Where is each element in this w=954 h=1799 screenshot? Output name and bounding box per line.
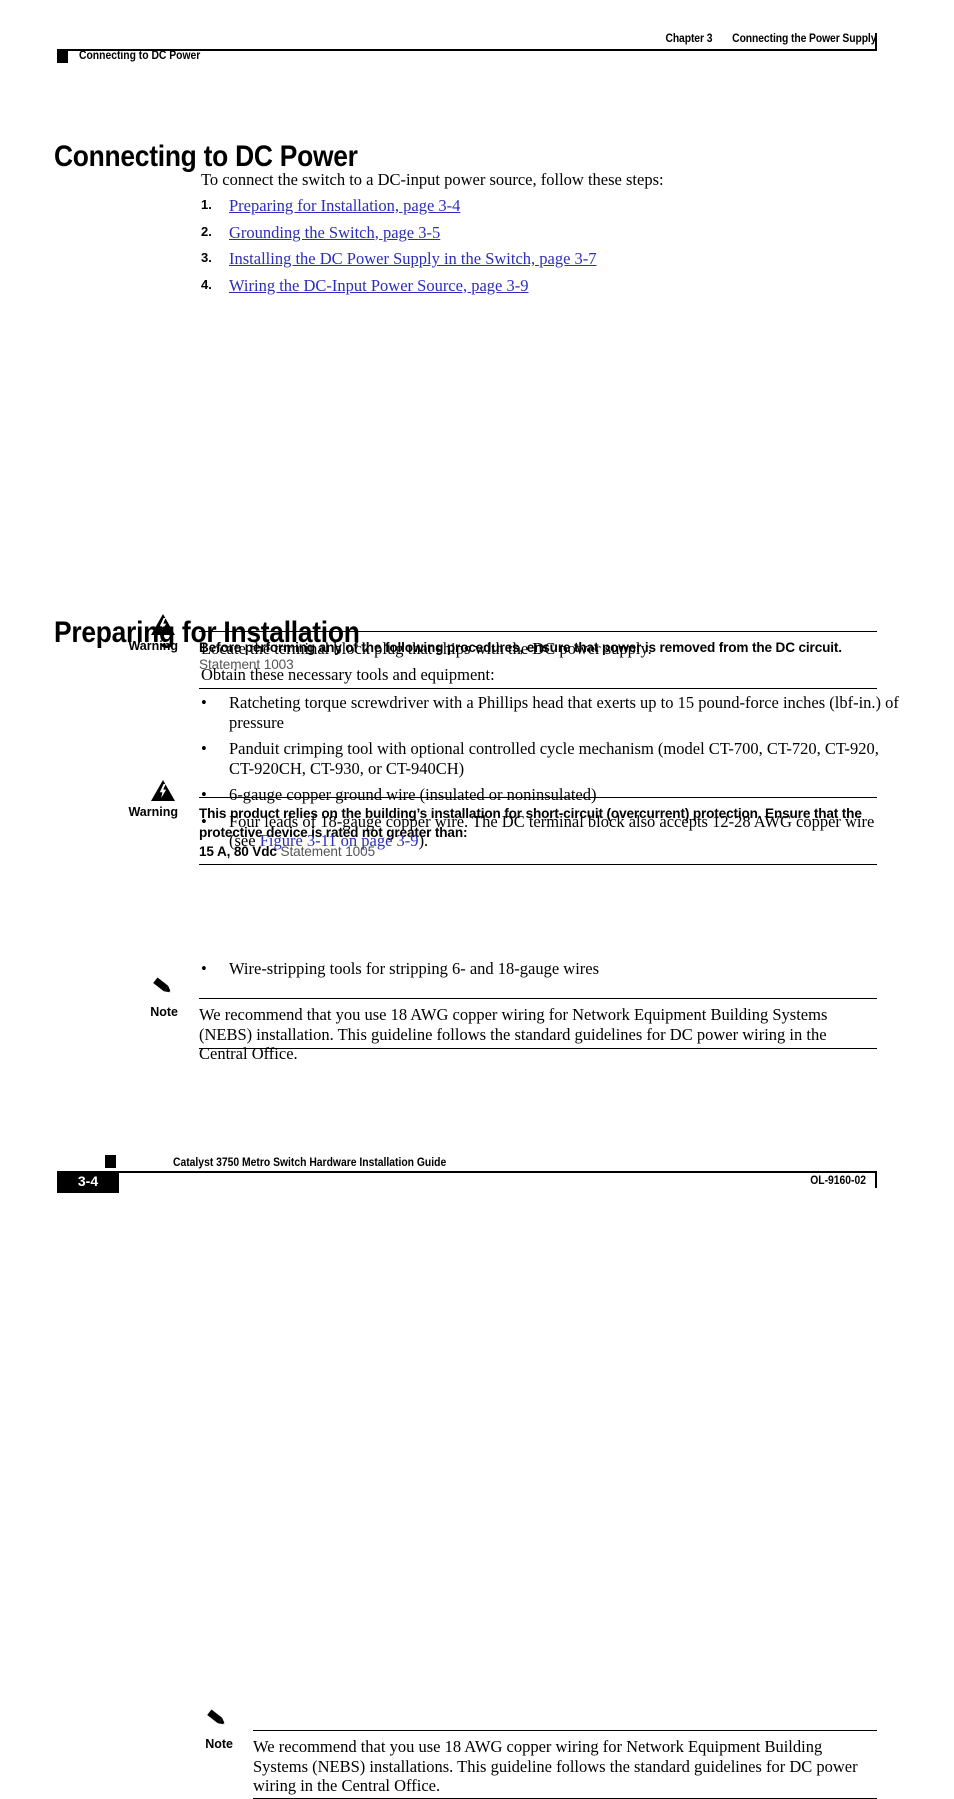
bullet-dot-icon: • (201, 693, 207, 712)
note-text: We recommend that you use 18 AWG copper … (253, 1737, 858, 1795)
note-block-2: Note We recommend that you use 18 AWG co… (0, 852, 954, 1799)
header-running-section: Connecting to DC Power (79, 50, 201, 62)
step-link[interactable]: Wiring the DC-Input Power Source, page 3… (229, 276, 528, 296)
step-list: 1. Preparing for Installation, page 3-4 … (201, 196, 901, 302)
footer-page-number: 3-4 (77, 1173, 99, 1189)
warning-triangle-lightning-icon (150, 779, 176, 808)
note-block-1: Note We recommend that you use 18 AWG co… (0, 486, 954, 1063)
list-item: • 6-gauge copper ground wire (insulated … (201, 785, 901, 805)
bullet-dot-icon: • (201, 785, 207, 804)
note-body: We recommend that you use 18 AWG copper … (253, 1730, 877, 1799)
bullet-text-after: ). (418, 831, 429, 850)
note-label: Note (150, 1005, 178, 1019)
note-label: Note (205, 1737, 233, 1751)
bullet-text: 6-gauge copper ground wire (insulated or… (229, 785, 597, 804)
tools-bullet-list: • Ratcheting torque screwdriver with a P… (201, 693, 901, 858)
pencil-icon (151, 975, 177, 1004)
obtain-paragraph: Obtain these necessary tools and equipme… (201, 665, 495, 684)
bullet-text: Ratcheting torque screwdriver with a Phi… (229, 693, 899, 732)
intro-paragraph: To connect the switch to a DC-input powe… (201, 170, 664, 189)
header-square-marker-icon (57, 50, 68, 63)
footer-rule-end-tick (875, 1171, 877, 1188)
bullet-text: Panduit crimping tool with optional cont… (229, 739, 879, 778)
note-text: We recommend that you use 18 AWG copper … (199, 1005, 828, 1063)
step-number: 2. (201, 223, 212, 239)
footer-document-title: Catalyst 3750 Metro Switch Hardware Inst… (173, 1157, 447, 1169)
note-body: We recommend that you use 18 AWG copper … (199, 998, 877, 1063)
bullet-dot-icon: • (201, 739, 207, 758)
step-number: 1. (201, 197, 212, 212)
step-link[interactable]: Installing the DC Power Supply in the Sw… (229, 249, 597, 269)
list-item: • Wire-stripping tools for stripping 6- … (201, 959, 901, 979)
list-item: • Four leads of 18-gauge copper wire. Th… (201, 812, 901, 851)
list-item: • Panduit crimping tool with optional co… (201, 739, 901, 778)
footer-doc-id: OL-9160-02 (810, 1175, 866, 1187)
bullet-dot-icon: • (201, 811, 207, 831)
bullet-dot-icon: • (201, 959, 207, 978)
warning-label: Warning (128, 805, 178, 819)
page-title: Connecting to DC Power (54, 140, 358, 174)
step-number: 3. (201, 250, 212, 265)
header-chapter-info: Chapter 3 Connecting the Power Supply (665, 33, 876, 45)
step-link[interactable]: Grounding the Switch, page 3-5 (229, 223, 440, 243)
figure-crossref-link[interactable]: Figure 3-11 on page 3-9 (260, 831, 419, 850)
list-item: 4. Wiring the DC-Input Power Source, pag… (201, 276, 901, 303)
list-item: • Ratcheting torque screwdriver with a P… (201, 693, 901, 732)
header-chapter-number: Chapter 3 (665, 33, 712, 45)
document-page: Chapter 3 Connecting the Power Supply Con… (0, 0, 954, 1799)
warning-block-1: Warning Before performing any of the fol… (0, 305, 954, 689)
list-item: 3. Installing the DC Power Supply in the… (201, 249, 901, 276)
page-header: Chapter 3 Connecting the Power Supply Con… (0, 0, 954, 72)
warning-block-2: Warning This product relies on the build… (0, 388, 954, 865)
header-rule-end-tick (875, 33, 877, 51)
locate-paragraph: Locate the terminal block plug that ship… (201, 639, 652, 658)
footer-rule (57, 1171, 877, 1173)
bullet-text: Four leads of 18-gauge copper wire. The … (229, 812, 901, 851)
footer-square-marker-icon (105, 1155, 116, 1168)
tools-bullet-list-continued: • Wire-stripping tools for stripping 6- … (201, 959, 901, 986)
step-link[interactable]: Preparing for Installation, page 3-4 (229, 196, 460, 216)
step-number: 4. (201, 276, 212, 292)
list-item: 1. Preparing for Installation, page 3-4 (201, 196, 901, 223)
list-item: 2. Grounding the Switch, page 3-5 (201, 223, 901, 250)
bullet-text: Wire-stripping tools for stripping 6- an… (229, 959, 600, 978)
pencil-icon (205, 1707, 231, 1736)
header-chapter-title: Connecting the Power Supply (731, 33, 876, 45)
